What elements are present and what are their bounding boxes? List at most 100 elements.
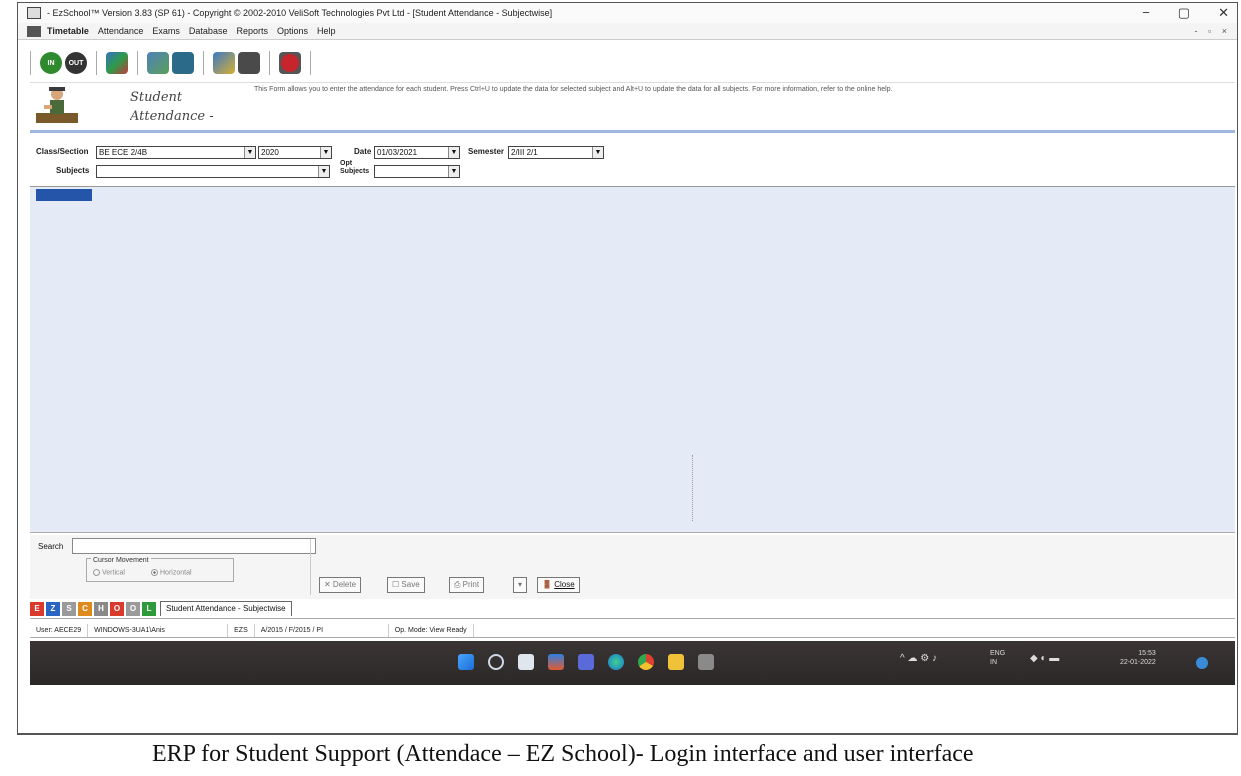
menu-timetable[interactable]: Timetable [47,26,89,36]
subjects-select[interactable]: ▼ [96,165,330,178]
mdi-child-icon[interactable] [27,25,41,37]
menu-bar: Timetable Attendance Exams Database Repo… [18,23,1237,40]
horizontal-radio[interactable]: Horizontal [151,569,192,576]
form-header: Student Attendance - Subjectwise This Fo… [30,82,1235,130]
status-user: User: AECE29 [30,624,89,637]
check-out-button[interactable]: OUT [65,52,87,74]
status-bar: User: AECE29 WINDOWS-3UA1\Anis EZS A/201… [30,624,1235,638]
maximize-button[interactable]: ▢ [1178,5,1190,21]
status-machine: WINDOWS-3UA1\Anis [88,624,229,637]
module-e-icon[interactable]: E [30,601,44,616]
save-button[interactable]: ☐ Save [387,577,425,593]
os-taskbar: ^ ☁ ⚙ ♪ ENG IN ◆ ◐ ▬ 15:53 22-01-2022 [30,641,1235,685]
chevron-down-icon[interactable]: ▼ [448,166,459,177]
edit-icon[interactable] [172,52,194,74]
form-title: Student Attendance - Subjectwise [130,90,214,124]
module-o-icon[interactable]: O [110,601,124,616]
mdi-window-controls[interactable]: - ▫ × [1195,26,1231,36]
chrome-browser-icon[interactable] [638,654,654,670]
module-h-icon[interactable]: H [94,601,108,616]
module-z-icon[interactable]: Z [46,601,60,616]
menu-exams[interactable]: Exams [152,26,180,36]
language-indicator[interactable]: ENG IN [990,649,1005,667]
semester-label: Semester [468,147,505,156]
toolbar-separator [310,51,311,75]
vertical-radio[interactable]: Vertical [93,569,125,576]
search-icon[interactable] [488,654,504,670]
search-input[interactable] [72,538,316,554]
teacher-mascot-icon [36,87,78,123]
edge-browser-icon[interactable] [608,654,624,670]
status-code: EZS [228,624,255,637]
system-tray-icons[interactable]: ^ ☁ ⚙ ♪ [900,653,937,664]
grid-splitter[interactable] [692,455,696,521]
module-l-icon[interactable]: L [142,601,156,616]
date-label: Date [354,147,372,156]
delete-button[interactable]: ✕ Delete [319,577,362,593]
figure-caption: ERP for Student Support (Attendace – EZ … [152,741,974,767]
chevron-down-icon[interactable]: ▼ [318,166,329,177]
bottom-panel: Search Cursor Movement Vertical Horizont… [30,535,1235,599]
windows-start-icon[interactable] [458,654,474,670]
tab-student-attendance-subjectwise[interactable]: Student Attendance - Subjectwise [160,601,292,616]
app-icon [27,7,41,19]
module-s-icon[interactable]: S [62,601,76,616]
toolbar-separator [203,51,204,75]
status-message: Op. Mode: View Ready [389,624,474,637]
toolbar-separator [96,51,97,75]
menu-attendance[interactable]: Attendance [98,26,144,36]
header-divider [30,130,1235,133]
year-select[interactable]: 2020 ▼ [258,146,332,159]
checklist-icon[interactable] [238,52,260,74]
clock[interactable]: 15:53 22-01-2022 [1120,649,1156,667]
toolbar: IN OUT [30,48,317,78]
action-button-strip: ✕ Delete ☐ Save ⎙ Print ▾ 🚪 Close [310,539,1222,595]
form-description: This Form allows you to enter the attend… [254,86,893,93]
opt-subjects-select[interactable]: ▼ [374,165,460,178]
check-in-button[interactable]: IN [40,52,62,74]
widgets-icon[interactable] [548,654,564,670]
chat-icon[interactable] [578,654,594,670]
toolbar-separator [137,51,138,75]
close-window-button[interactable]: ✕ [1218,5,1229,21]
chevron-down-icon[interactable]: ▼ [448,147,459,158]
chevron-down-icon[interactable]: ▼ [244,147,255,158]
caption-divider [17,733,1238,734]
grid-selected-cell[interactable] [36,189,92,201]
menu-reports[interactable]: Reports [236,26,268,36]
task-view-icon[interactable] [518,654,534,670]
close-button[interactable]: 🚪 Close [537,577,580,593]
module-c-icon[interactable]: C [78,601,92,616]
group-icon[interactable] [147,52,169,74]
chevron-down-icon[interactable]: ▼ [592,147,603,158]
cursor-movement-label: Cursor Movement [91,557,151,564]
status-session: A/2015 / F/2015 / PI [255,624,389,637]
file-explorer-icon[interactable] [668,654,684,670]
minimize-button[interactable]: − [1142,5,1150,21]
window-title: - EzSchool™ Version 3.83 (SP 61) - Copyr… [47,8,553,18]
window-controls: − ▢ ✕ [1142,5,1229,21]
network-volume-battery-icons[interactable]: ◆ ◐ ▬ [1030,653,1059,664]
menu-database[interactable]: Database [189,26,228,36]
attendance-grid[interactable] [30,186,1235,533]
module-o2-icon[interactable]: O [126,601,140,616]
cursor-movement-group: Cursor Movement Vertical Horizontal [86,557,234,582]
menu-help[interactable]: Help [317,26,336,36]
search-label: Search [38,542,64,551]
notification-icon[interactable] [1196,657,1208,669]
ezschool-app-icon[interactable] [698,654,714,670]
menu-options[interactable]: Options [277,26,308,36]
print-options-button[interactable]: ▾ [513,577,528,593]
heart-icon[interactable] [279,52,301,74]
report-icon[interactable] [213,52,235,74]
radio-selected-icon [151,569,158,576]
date-picker[interactable]: 01/03/2021 ▼ [374,146,460,159]
class-section-label: Class/Section [36,147,89,156]
timetable-icon[interactable] [106,52,128,74]
class-section-select[interactable]: BE ECE 2/4B ▼ [96,146,256,159]
radio-icon [93,569,100,576]
print-button[interactable]: ⎙ Print [449,577,485,593]
chevron-down-icon[interactable]: ▼ [320,147,331,158]
semester-select[interactable]: 2/III 2/1 ▼ [508,146,604,159]
toolbar-separator [269,51,270,75]
